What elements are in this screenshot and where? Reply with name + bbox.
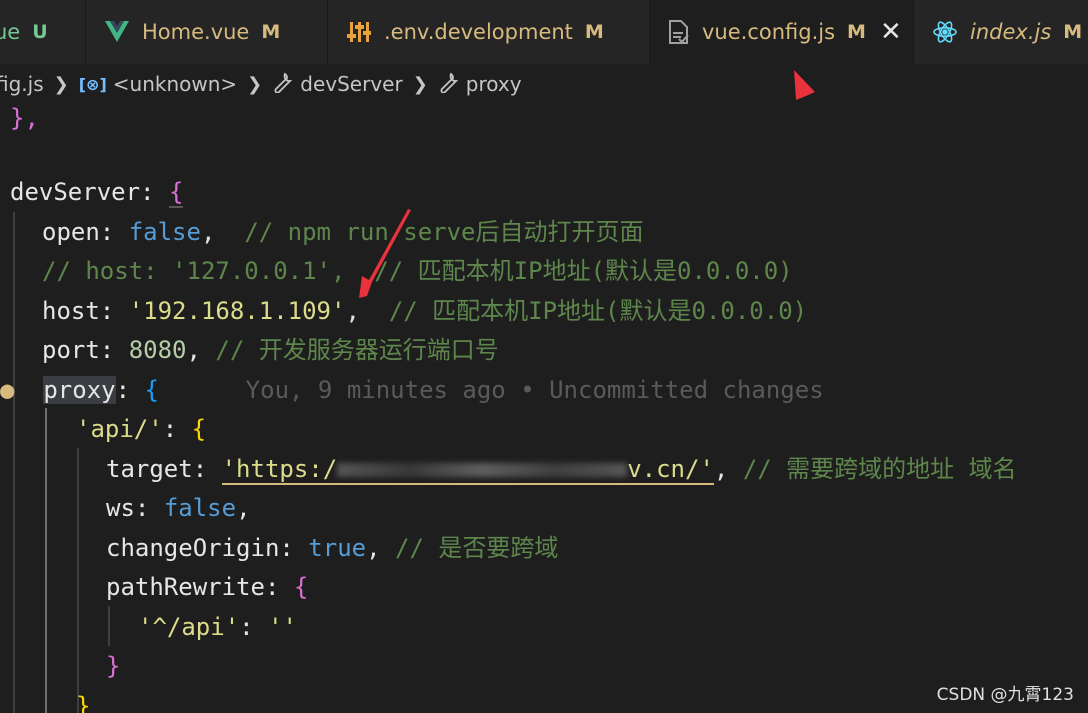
code-line: },	[10, 104, 39, 138]
modified-badge: M	[584, 21, 604, 43]
breadcrumb-devserver-label: devServer	[300, 72, 403, 96]
code-line: pathRewrite: {	[106, 573, 309, 601]
code-comment: // 需要跨域的地址 域名	[742, 455, 1017, 483]
api-rewrite-value: ''	[268, 613, 297, 641]
code-line: host: '192.168.1.109', // 匹配本机IP地址(默认是0.…	[42, 297, 808, 325]
breadcrumb-proxy[interactable]: proxy	[438, 71, 522, 98]
chevron-right-icon: ❯	[412, 73, 428, 95]
open-value: false	[128, 218, 201, 246]
code-comment: // 开发服务器运行端口号	[215, 336, 499, 364]
port-key: port	[42, 336, 100, 364]
indent-guide	[13, 212, 15, 713]
open-key: open	[42, 218, 100, 246]
devserver-key: devServer	[10, 178, 141, 206]
tab-index-js[interactable]: index.js M	[914, 0, 1088, 64]
code-line: ws: false,	[106, 494, 251, 522]
code-line: '^/api': ''	[138, 613, 297, 641]
breadcrumb-proxy-label: proxy	[465, 72, 522, 96]
tab-vue-config-js[interactable]: vue.config.js M ✕	[650, 0, 914, 64]
tab-env-development[interactable]: .env.development M	[328, 0, 650, 64]
code-line: // host: '127.0.0.1', // 匹配本机IP地址(默认是0.0…	[42, 251, 793, 291]
code-line-current: ● proxy: { You, 9 minutes ago • Uncommit…	[0, 376, 824, 404]
redacted-url	[337, 463, 628, 477]
git-blame-annotation: You, 9 minutes ago • Uncommitted changes	[245, 376, 824, 404]
target-value-end: v.cn/'	[627, 455, 714, 483]
changeorigin-value: true	[308, 534, 367, 562]
file-js-icon	[668, 19, 690, 45]
breadcrumb-unknown-label: <unknown>	[112, 72, 238, 96]
api-rewrite-key: '^/api'	[138, 613, 240, 641]
modified-badge: M	[1063, 21, 1083, 43]
tab-label: vue.config.js	[702, 20, 836, 44]
code-editor[interactable]: }, devServer: { open: false, // npm run …	[0, 104, 1088, 713]
watermark: CSDN @九霄123	[936, 685, 1074, 705]
tab-label: Home.vue	[142, 20, 250, 44]
code-line: port: 8080, // 开发服务器运行端口号	[42, 336, 499, 364]
close-icon[interactable]: ✕	[880, 17, 902, 47]
api-key: 'api/'	[76, 415, 163, 443]
breadcrumb-file-label: fig.js	[0, 72, 44, 96]
indent-guide-active	[45, 408, 47, 713]
breadcrumb: fig.js ❯ [⊗] <unknown> ❯ devServer ❯ pro…	[0, 64, 1088, 104]
react-icon	[932, 19, 958, 45]
code-line: }	[106, 652, 121, 680]
code-line: devServer: {	[10, 178, 184, 208]
host-value: '192.168.1.109'	[128, 297, 346, 325]
breadcrumb-devserver[interactable]: devServer	[272, 71, 403, 98]
code-line: 'api/': {	[76, 415, 207, 443]
code-line: target: 'https:/v.cn/', // 需要跨域的地址 域名	[106, 455, 1017, 485]
breadcrumb-file[interactable]: fig.js	[0, 72, 44, 96]
chevron-right-icon: ❯	[53, 73, 69, 95]
modified-badge: M	[847, 21, 866, 43]
modified-badge: M	[261, 21, 281, 43]
indent-guide	[108, 606, 110, 646]
vue-icon	[104, 19, 130, 45]
host-key: host	[42, 297, 100, 325]
port-value: 8080	[128, 336, 187, 364]
tab-home-vue[interactable]: Home.vue M	[86, 0, 328, 64]
pathrewrite-key: pathRewrite	[106, 573, 265, 601]
code-comment: // host: '127.0.0.1', // 匹配本机IP地址(默认是0.0…	[42, 257, 793, 285]
code-line: open: false, // npm run serve后自动打开页面	[42, 218, 644, 246]
tab-label: .env.development	[384, 20, 573, 44]
settings-sliders-icon	[346, 19, 372, 45]
wrench-icon	[438, 71, 460, 98]
ws-value: false	[163, 494, 237, 522]
code-comment: // npm run serve后自动打开页面	[244, 218, 644, 246]
code-comment: // 匹配本机IP地址(默认是0.0.0.0)	[388, 297, 808, 325]
chevron-right-icon: ❯	[247, 73, 263, 95]
code-comment: // 是否要跨域	[395, 534, 559, 562]
wrench-icon	[272, 71, 294, 98]
indent-guide	[77, 448, 79, 713]
target-value-start: 'https:/	[221, 455, 338, 483]
tab-vue-partial[interactable]: ue U	[0, 0, 86, 64]
code-line: }	[76, 692, 91, 713]
tab-label: index.js	[970, 20, 1052, 44]
proxy-key: proxy	[43, 376, 116, 404]
closing-brace: },	[10, 104, 39, 132]
untracked-badge: U	[32, 21, 48, 43]
ws-key: ws	[106, 494, 135, 522]
changeorigin-key: changeOrigin	[106, 534, 280, 562]
breadcrumb-unknown[interactable]: [⊗] <unknown>	[79, 72, 237, 96]
tab-label: ue	[0, 20, 21, 44]
symbol-variable-icon: [⊗]	[78, 74, 107, 94]
code-line: changeOrigin: true, // 是否要跨域	[106, 534, 559, 562]
lightbulb-icon[interactable]: ●	[0, 376, 14, 404]
target-key: target	[106, 455, 193, 483]
editor-tab-bar: ue U Home.vue M .env.development M vue.c…	[0, 0, 1088, 64]
